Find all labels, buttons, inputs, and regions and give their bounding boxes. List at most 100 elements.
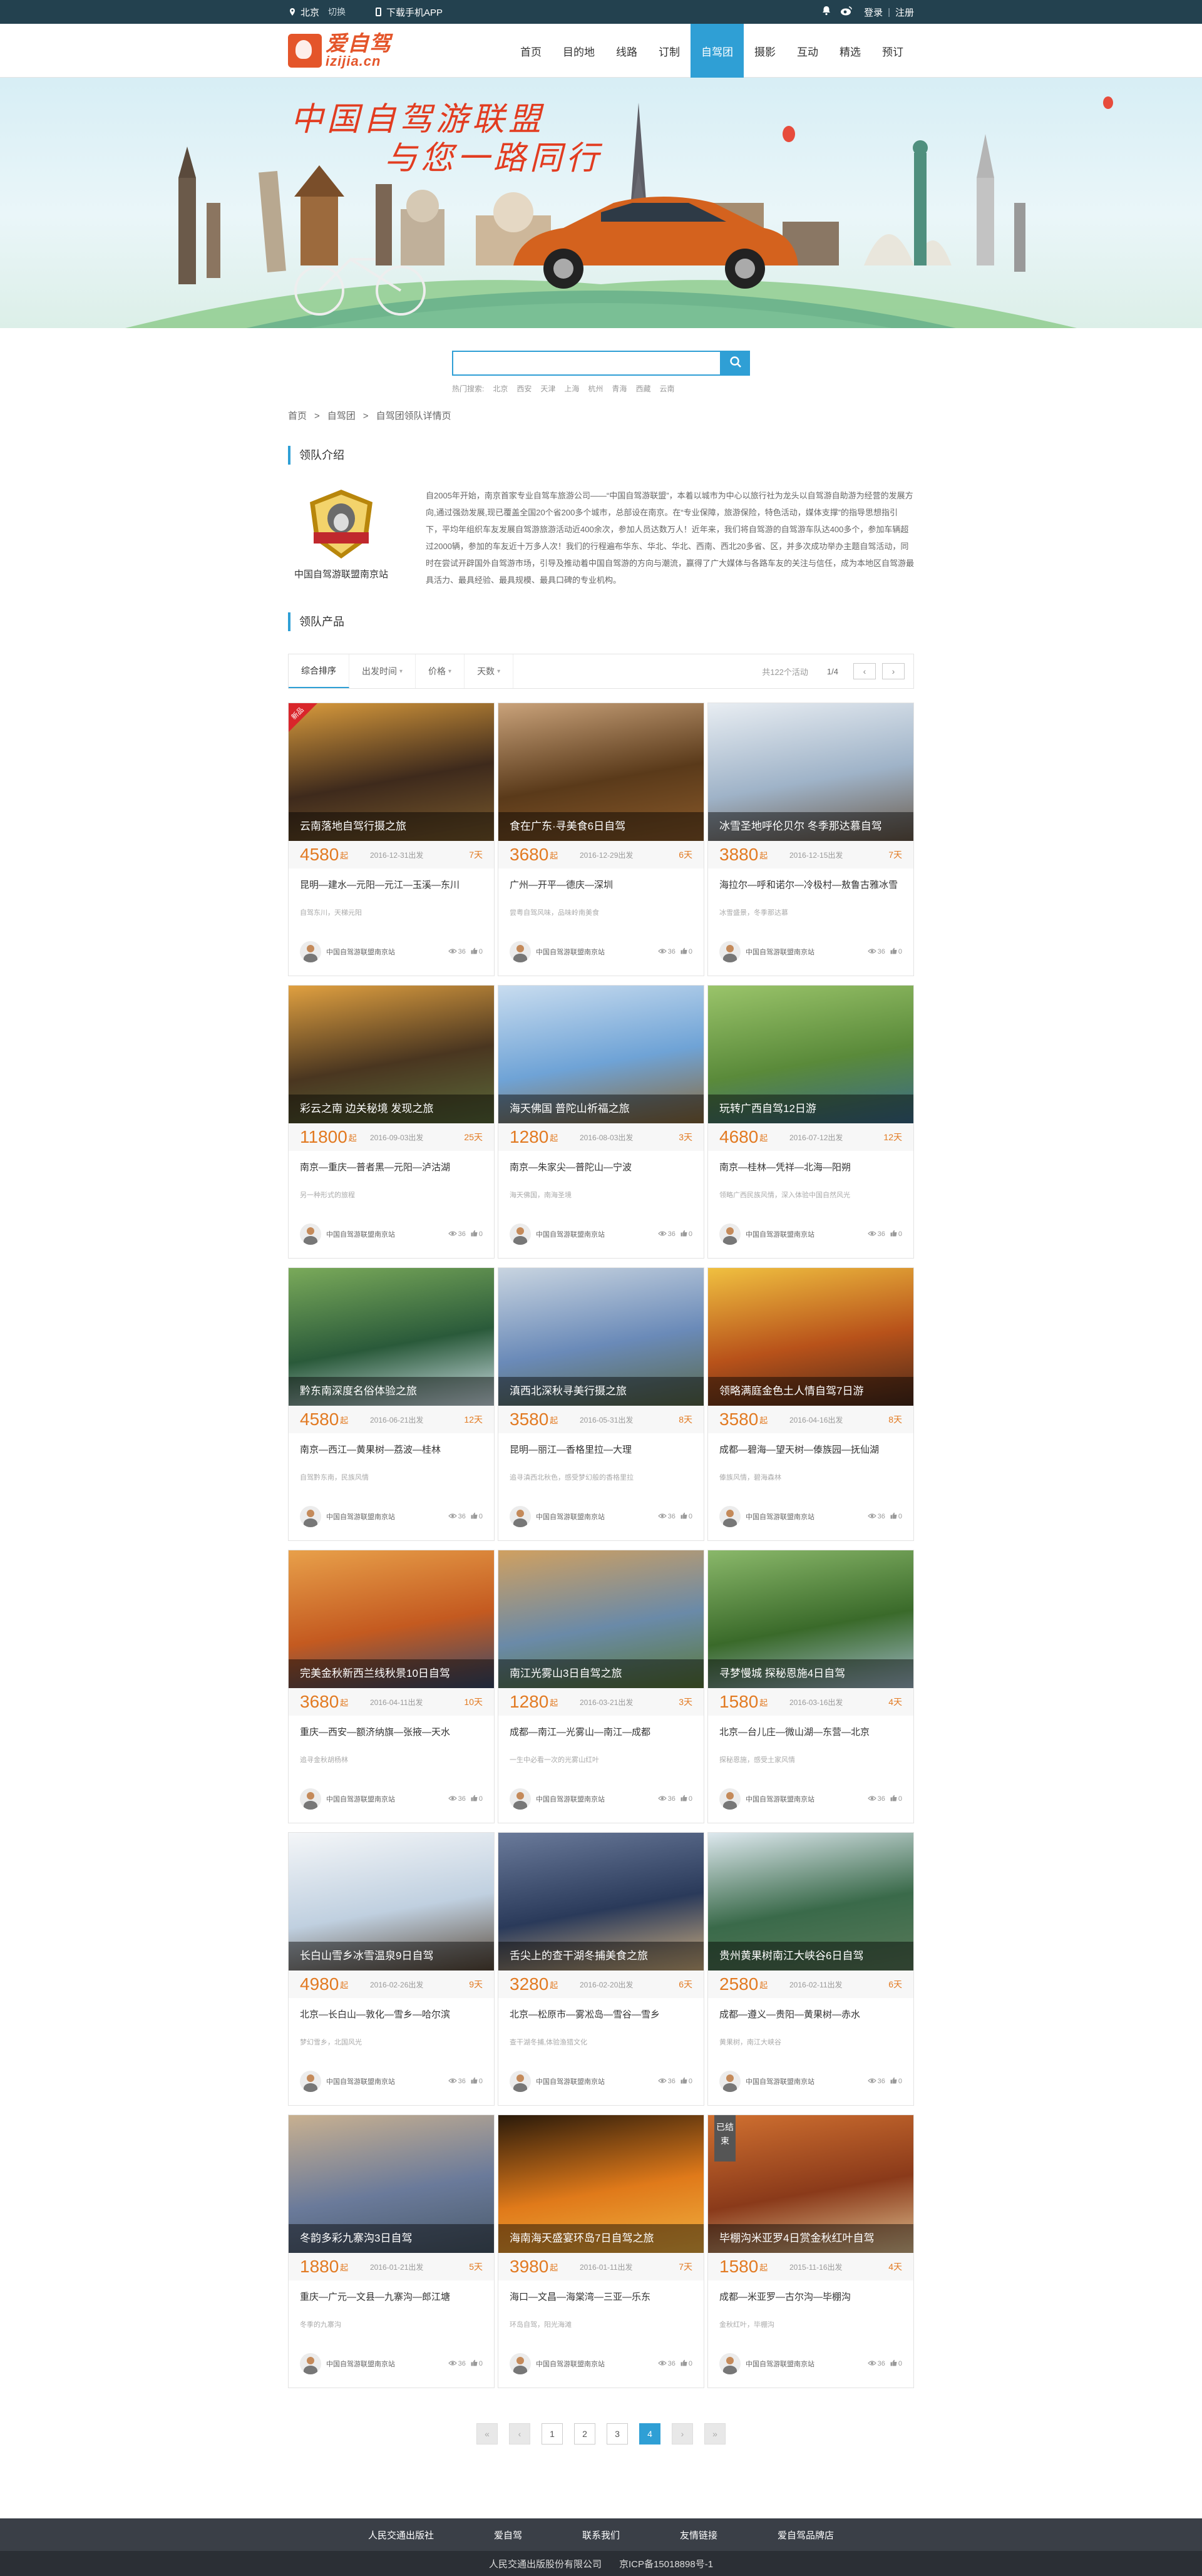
thumbs-up-icon[interactable] (890, 947, 897, 956)
nav-item[interactable]: 首页 (510, 24, 552, 78)
organizer-name[interactable]: 中国自驾游联盟南京站 (746, 947, 814, 957)
thumbs-up-icon[interactable] (681, 1230, 687, 1239)
product-route[interactable]: 北京—台儿庄—微山湖—东营—北京 (719, 1726, 902, 1753)
product-card[interactable]: 海南海天盛宴环岛7日自驾之旅 3980 起 2016-01-11出发 7天 海口—文昌—海… (498, 2115, 704, 2388)
sort-tab-departure[interactable]: 出发时间 ▾ (349, 654, 416, 688)
page-number-button[interactable]: 2 (574, 2423, 595, 2445)
search-input[interactable] (452, 351, 721, 376)
avatar[interactable] (510, 1224, 531, 1245)
login-link[interactable]: 登录 (864, 6, 883, 19)
first-page-button[interactable]: « (476, 2423, 498, 2445)
product-card[interactable]: 云南落地自驾行摄之旅 新品 4580 起 2016-12-31出发 7天 昆明—建水—元阳—… (288, 703, 495, 976)
hot-search-link[interactable]: 西藏 (635, 384, 650, 393)
organizer-name[interactable]: 中国自驾游联盟南京站 (746, 1229, 814, 1239)
organizer-name[interactable]: 中国自驾游联盟南京站 (536, 2359, 605, 2369)
thumbs-up-icon[interactable] (890, 1512, 897, 1521)
product-route[interactable]: 海拉尔—呼和诺尔—冷极村—敖鲁古雅冰雪 (719, 878, 902, 906)
organizer-name[interactable]: 中国自驾游联盟南京站 (326, 947, 395, 957)
product-route[interactable]: 北京—松原市—雾凇岛—雪谷—雪乡 (510, 2008, 692, 2036)
product-card[interactable]: 贵州黄果树南江大峡谷6日自驾 2580 起 2016-02-11出发 6天 成都—遵义—贵… (707, 1832, 914, 2106)
avatar[interactable] (719, 1506, 741, 1527)
avatar[interactable] (510, 941, 531, 962)
last-page-button[interactable]: » (704, 2423, 726, 2445)
product-route[interactable]: 重庆—广元—文县—九寨沟—郎江塘 (300, 2290, 483, 2318)
product-card[interactable]: 玩转广西自驾12日游 4680 起 2016-07-12出发 12天 南京—桂林—凭祥—北… (707, 985, 914, 1259)
product-card[interactable]: 冰雪圣地呼伦贝尔 冬季那达慕自驾 3880 起 2016-12-15出发 7天 海拉尔—呼… (707, 703, 914, 976)
page-number-button[interactable]: 1 (542, 2423, 563, 2445)
hot-search-link[interactable]: 青海 (612, 384, 627, 393)
product-route[interactable]: 广州—开平—德庆—深圳 (510, 878, 692, 906)
thumbs-up-icon[interactable] (471, 1512, 478, 1521)
product-card[interactable]: 领略满庭金色土人情自驾7日游 3580 起 2016-04-16出发 8天 成都—碧海—望… (707, 1267, 914, 1541)
prev-page-button[interactable]: ‹ (853, 663, 876, 679)
page-number-button[interactable]: 4 (639, 2423, 660, 2445)
footer-link[interactable]: 爱自驾 (494, 2528, 522, 2542)
product-photo[interactable]: 玩转广西自驾12日游 (708, 986, 913, 1123)
product-card[interactable]: 完美金秋新西兰线秋景10日自驾 3680 起 2016-04-11出发 10天 重庆—西安… (288, 1550, 495, 1823)
organizer-name[interactable]: 中国自驾游联盟南京站 (326, 1794, 395, 1804)
avatar[interactable] (510, 2353, 531, 2374)
product-route[interactable]: 成都—米亚罗—古尔沟—毕棚沟 (719, 2290, 902, 2318)
product-photo[interactable]: 长白山雪乡冰雪温泉9日自驾 (289, 1833, 494, 1971)
product-photo[interactable]: 舌尖上的查干湖冬捕美食之旅 (498, 1833, 704, 1971)
footer-link[interactable]: 友情链接 (680, 2528, 717, 2542)
organizer-name[interactable]: 中国自驾游联盟南京站 (536, 947, 605, 957)
hot-search-link[interactable]: 云南 (659, 384, 674, 393)
product-route[interactable]: 成都—遵义—贵阳—黄果树—赤水 (719, 2008, 902, 2036)
product-photo[interactable]: 彩云之南 边关秘境 发现之旅 (289, 986, 494, 1123)
product-route[interactable]: 海口—文昌—海棠湾—三亚—乐东 (510, 2290, 692, 2318)
breadcrumb-driving-group[interactable]: 自驾团 (327, 411, 356, 421)
product-card[interactable]: 黔东南深度名俗体验之旅 4580 起 2016-06-21出发 12天 南京—西江—黄果树… (288, 1267, 495, 1541)
sort-tab-overall[interactable]: 综合排序 (289, 654, 349, 688)
thumbs-up-icon[interactable] (471, 1230, 478, 1239)
product-route[interactable]: 南京—朱家尖—普陀山—宁波 (510, 1161, 692, 1188)
thumbs-up-icon[interactable] (471, 2077, 478, 2086)
thumbs-up-icon[interactable] (890, 1230, 897, 1239)
organizer-name[interactable]: 中国自驾游联盟南京站 (326, 2076, 395, 2086)
product-photo[interactable]: 滇西北深秋寻美行摄之旅 (498, 1268, 704, 1406)
product-card[interactable]: 南江光雾山3日自驾之旅 1280 起 2016-03-21出发 3天 成都—南江—光雾山—… (498, 1550, 704, 1823)
product-card[interactable]: 海天佛国 普陀山祈福之旅 1280 起 2016-08-03出发 3天 南京—朱家尖—普陀… (498, 985, 704, 1259)
breadcrumb-home[interactable]: 首页 (288, 411, 307, 421)
avatar[interactable] (719, 2071, 741, 2092)
hot-search-link[interactable]: 天津 (540, 384, 555, 393)
nav-item[interactable]: 预订 (871, 24, 914, 78)
organizer-name[interactable]: 中国自驾游联盟南京站 (326, 1229, 395, 1239)
product-route[interactable]: 昆明—建水—元阳—元江—玉溪—东川 (300, 878, 483, 906)
avatar[interactable] (510, 1506, 531, 1527)
thumbs-up-icon[interactable] (471, 1795, 478, 1803)
product-route[interactable]: 成都—南江—光雾山—南江—成都 (510, 1726, 692, 1753)
footer-link[interactable]: 联系我们 (582, 2528, 620, 2542)
download-app-link[interactable]: 下载手机APP (376, 6, 443, 19)
thumbs-up-icon[interactable] (681, 1795, 687, 1803)
sort-tab-price[interactable]: 价格 ▾ (416, 654, 465, 688)
product-photo[interactable]: 黔东南深度名俗体验之旅 (289, 1268, 494, 1406)
product-card[interactable]: 彩云之南 边关秘境 发现之旅 11800 起 2016-09-03出发 25天 南京—重庆… (288, 985, 495, 1259)
hot-search-link[interactable]: 上海 (564, 384, 579, 393)
thumbs-up-icon[interactable] (890, 1795, 897, 1803)
product-card[interactable]: 食在广东·寻美食6日自驾 3680 起 2016-12-29出发 6天 广州—开平—德庆—… (498, 703, 704, 976)
thumbs-up-icon[interactable] (681, 2359, 687, 2368)
thumbs-up-icon[interactable] (890, 2077, 897, 2086)
avatar[interactable] (300, 2071, 321, 2092)
product-route[interactable]: 成都—碧海—望天树—傣族园—抚仙湖 (719, 1443, 902, 1471)
product-card[interactable]: 长白山雪乡冰雪温泉9日自驾 4980 起 2016-02-26出发 9天 北京—长白山—敦… (288, 1832, 495, 2106)
avatar[interactable] (719, 1788, 741, 1810)
avatar[interactable] (510, 1788, 531, 1810)
prev-page-button[interactable]: ‹ (509, 2423, 530, 2445)
weibo-icon[interactable] (840, 6, 853, 18)
avatar[interactable] (300, 1224, 321, 1245)
product-route[interactable]: 南京—西江—黄果树—荔波—桂林 (300, 1443, 483, 1471)
thumbs-up-icon[interactable] (890, 2359, 897, 2368)
site-logo[interactable]: 爱自驾 izijia.cn (288, 33, 391, 68)
nav-item[interactable]: 互动 (786, 24, 829, 78)
avatar[interactable] (300, 2353, 321, 2374)
product-photo[interactable]: 毕棚沟米亚罗4日赏金秋红叶自驾 已结束 (708, 2115, 913, 2253)
thumbs-up-icon[interactable] (681, 947, 687, 956)
avatar[interactable] (300, 1788, 321, 1810)
next-page-button[interactable]: › (882, 663, 905, 679)
register-link[interactable]: 注册 (895, 6, 914, 19)
organizer-name[interactable]: 中国自驾游联盟南京站 (536, 1512, 605, 1522)
thumbs-up-icon[interactable] (471, 2359, 478, 2368)
product-photo[interactable]: 寻梦慢城 探秘恩施4日自驾 (708, 1550, 913, 1688)
